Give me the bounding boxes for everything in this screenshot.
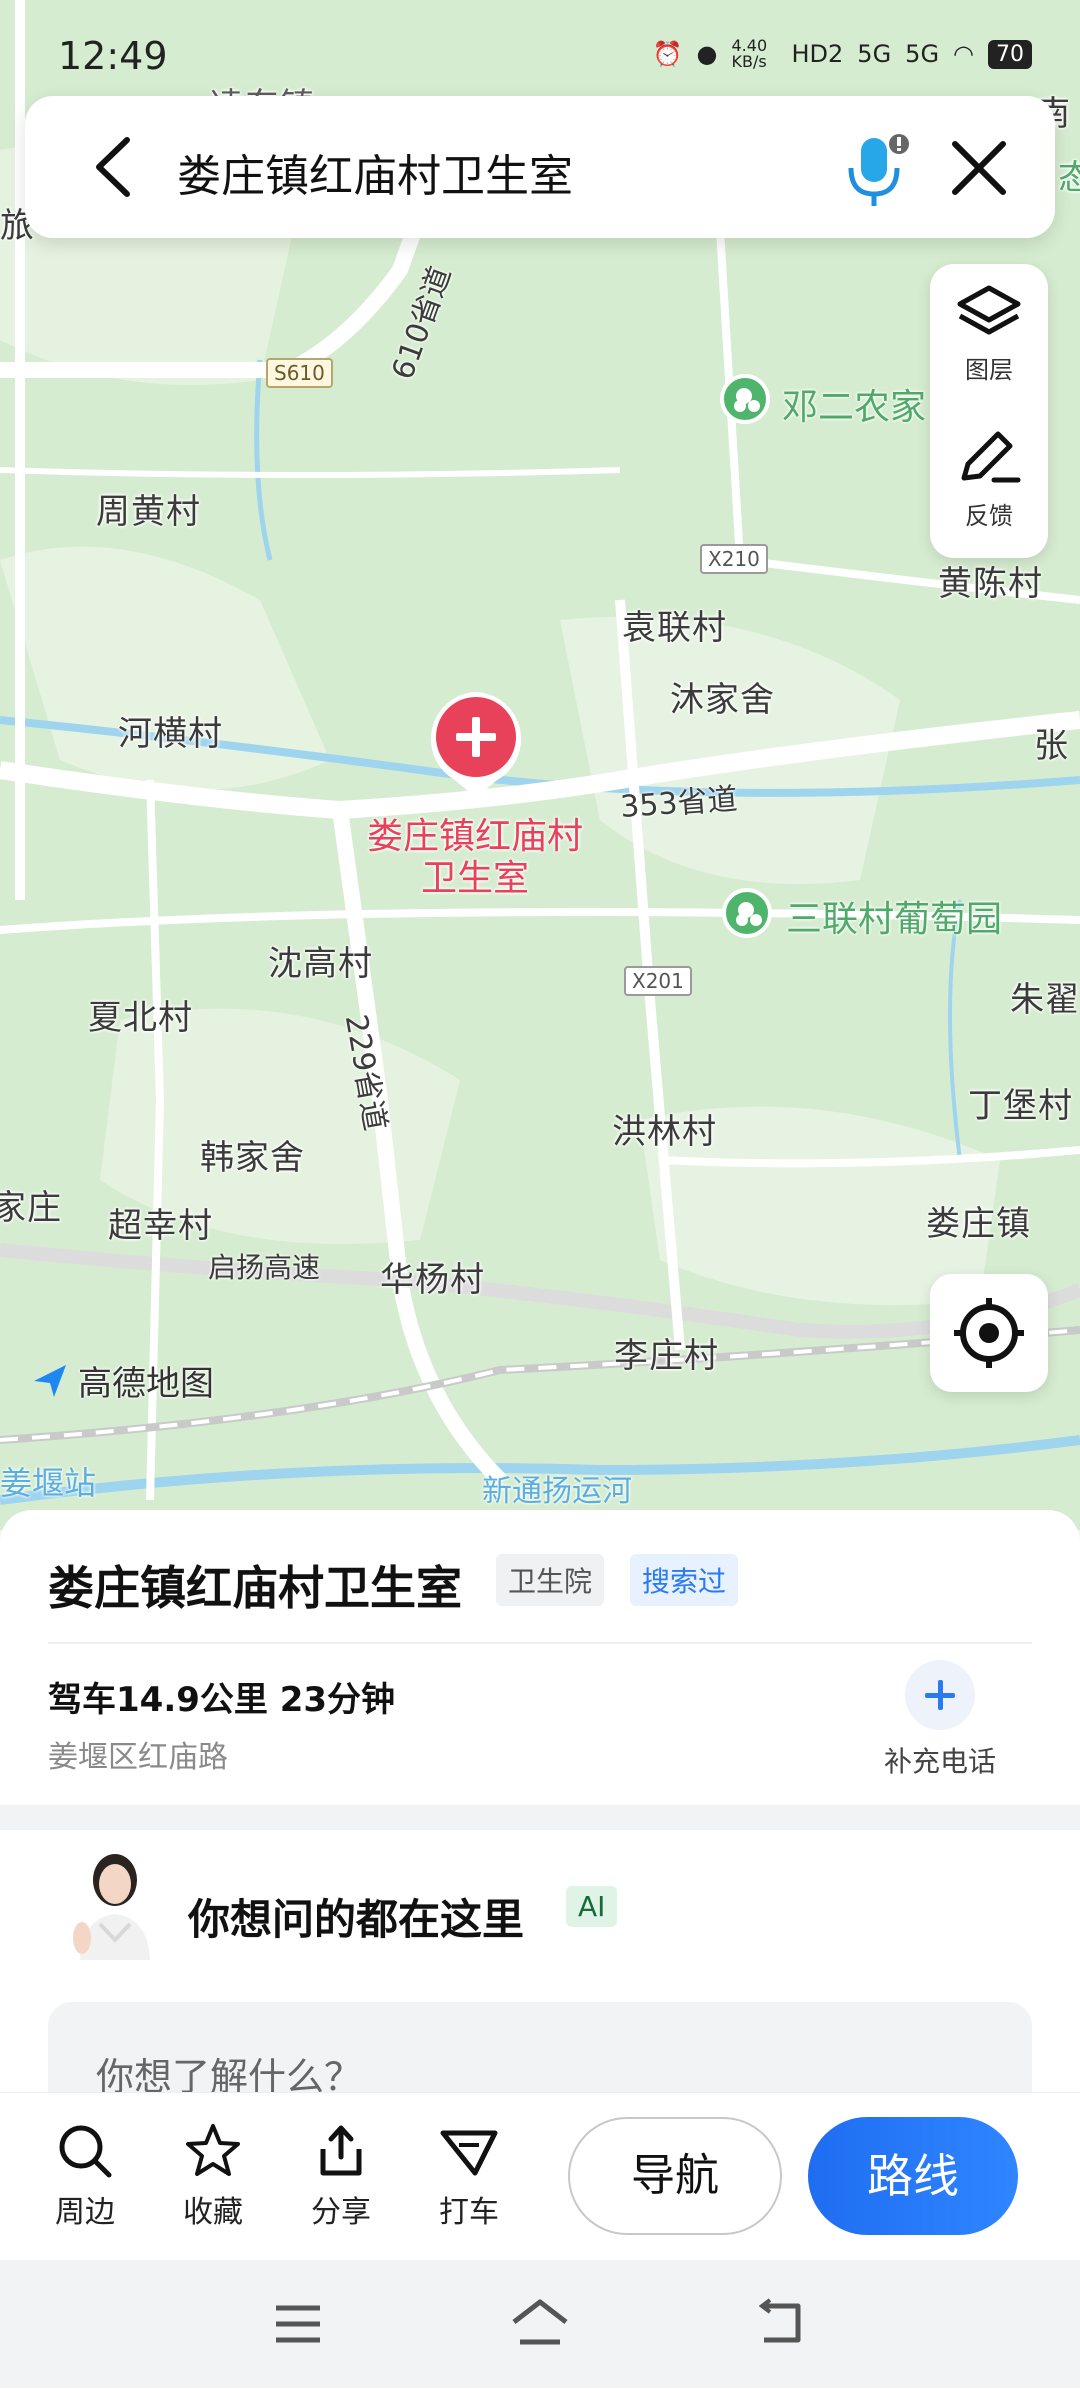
pin-label: 娄庄镇红庙村卫生室	[366, 816, 583, 899]
star-icon	[186, 2124, 240, 2176]
map-label[interactable]: 娄庄镇	[926, 1196, 1031, 1245]
map-label[interactable]: 丁堡村	[968, 1078, 1073, 1127]
route-button[interactable]: 路线	[808, 2117, 1018, 2235]
add-phone-label: 补充电话	[883, 1745, 996, 1778]
signal-2-icon: 5G	[905, 40, 940, 68]
navigate-button[interactable]: 导航	[568, 2117, 782, 2235]
status-bar: 12:49 ⏰ ● 4.40 KB/s HD2 5G 5G ◠ 70	[0, 0, 1080, 90]
share-label: 分享	[311, 2195, 371, 2230]
map-label[interactable]: 韩家舍	[200, 1130, 305, 1179]
map-tools-panel: 图层 反馈	[930, 264, 1048, 558]
crosshair-icon	[954, 1298, 1024, 1368]
close-icon[interactable]	[945, 134, 1013, 202]
road-shield-x201: X201	[624, 966, 692, 996]
back-arrow-icon[interactable]	[83, 132, 153, 202]
map-label-edge-right: 态	[1058, 158, 1080, 198]
search-bar[interactable]: 娄庄镇红庙村卫生室	[25, 96, 1055, 238]
category-tag: 卫生院	[496, 1554, 605, 1606]
orchard-poi-icon[interactable]	[720, 374, 770, 424]
favorite-label: 收藏	[183, 2195, 243, 2230]
location-icon: ●	[696, 40, 718, 68]
clock: 12:49	[58, 34, 168, 78]
map-label[interactable]: 朱翟	[1010, 972, 1080, 1021]
map-label-edge-left-low: 家庄	[0, 1188, 62, 1228]
poi-label[interactable]: 邓二农家	[782, 378, 926, 430]
taxi-label: 打车	[439, 2195, 499, 2230]
map-view[interactable]: 12:49 ⏰ ● 4.40 KB/s HD2 5G 5G ◠ 70 凌东镇 旅…	[0, 0, 1080, 1530]
orchard-poi-icon[interactable]	[722, 888, 772, 938]
map-label[interactable]: 夏北村	[88, 990, 193, 1039]
map-label[interactable]: 李庄村	[614, 1328, 719, 1377]
place-summary-card: 娄庄镇红庙村卫生室 卫生院 搜索过 驾车14.9公里 23分钟 姜堰区红庙路 补…	[0, 1510, 1080, 1805]
plus-icon	[905, 1660, 975, 1730]
system-nav-bar	[0, 2260, 1080, 2388]
menu-icon[interactable]	[270, 2302, 326, 2346]
map-label[interactable]: 超幸村	[108, 1198, 213, 1247]
address: 姜堰区红庙路	[48, 1740, 228, 1775]
map-label[interactable]: 河横村	[118, 706, 223, 755]
bottom-action-bar: 周边 收藏 分享 打车 导航 路线	[0, 2092, 1080, 2261]
net-speed: 4.40 KB/s	[731, 36, 768, 71]
search-query[interactable]: 娄庄镇红庙村卫生室	[177, 140, 573, 204]
road-shield-x210: X210	[700, 544, 768, 574]
feedback-button[interactable]: 反馈	[930, 428, 1048, 531]
poi-label[interactable]: 三联村葡萄园	[786, 890, 1002, 942]
share-icon	[320, 2125, 362, 2176]
status-icons: ⏰ ● 4.40 KB/s HD2 5G 5G ◠ 70	[653, 38, 1032, 70]
amap-logo-icon	[34, 1364, 66, 1397]
map-label[interactable]: 沈高村	[268, 936, 373, 985]
layers-button[interactable]: 图层	[930, 282, 1048, 385]
map-label[interactable]: 周黄村	[96, 484, 201, 533]
canal-label: 新通扬运河	[482, 1474, 632, 1509]
add-phone-button[interactable]: 补充电话	[880, 1660, 1000, 1780]
selected-location-pin-icon[interactable]	[425, 688, 527, 800]
taxi-icon	[440, 2130, 498, 2176]
map-label[interactable]: 洪林村	[612, 1104, 717, 1153]
drive-info: 驾车14.9公里 23分钟	[48, 1680, 396, 1720]
favorite-button[interactable]: 收藏	[158, 2121, 268, 2231]
map-label[interactable]: 沐家舍	[670, 672, 775, 721]
searched-tag: 搜索过	[630, 1554, 739, 1606]
road-shield-s610: S610	[266, 358, 333, 388]
map-label[interactable]: 黄陈村	[938, 556, 1043, 605]
search-icon	[59, 2125, 112, 2178]
back-icon[interactable]	[752, 2298, 808, 2346]
ai-badge: AI	[566, 1886, 618, 1927]
ai-title: 你想问的都在这里	[188, 1895, 525, 1944]
amap-logo: 高德地图	[30, 1356, 214, 1405]
taxi-button[interactable]: 打车	[414, 2121, 524, 2231]
locate-me-button[interactable]	[930, 1274, 1048, 1392]
road-label-expressway: 启扬高速	[208, 1251, 321, 1284]
divider	[48, 1642, 1032, 1644]
layers-icon	[957, 285, 1021, 335]
wifi-icon: ◠	[953, 40, 974, 68]
ai-assistant-avatar	[73, 1854, 150, 1960]
battery-icon: 70	[988, 39, 1032, 69]
signal-1-icon: 5G	[857, 40, 892, 68]
road-label-s353: 353省道	[619, 781, 739, 826]
place-title: 娄庄镇红庙村卫生室	[48, 1561, 462, 1615]
layers-label: 图层	[965, 356, 1013, 384]
alarm-icon: ⏰	[652, 40, 683, 68]
map-label[interactable]: 华杨村	[380, 1252, 485, 1301]
amap-logo-text: 高德地图	[78, 1364, 214, 1404]
nearby-label: 周边	[55, 2195, 115, 2230]
hd-icon: HD2	[791, 40, 844, 68]
edit-pencil-icon	[961, 431, 1021, 483]
station-label[interactable]: 姜堰站	[0, 1458, 96, 1504]
microphone-icon[interactable]	[841, 132, 911, 212]
share-button[interactable]: 分享	[286, 2121, 396, 2231]
map-label[interactable]: 袁联村	[622, 600, 727, 649]
feedback-label: 反馈	[965, 502, 1013, 530]
map-label[interactable]: 张	[1034, 718, 1069, 767]
nearby-button[interactable]: 周边	[30, 2121, 140, 2231]
home-icon[interactable]	[508, 2296, 572, 2348]
